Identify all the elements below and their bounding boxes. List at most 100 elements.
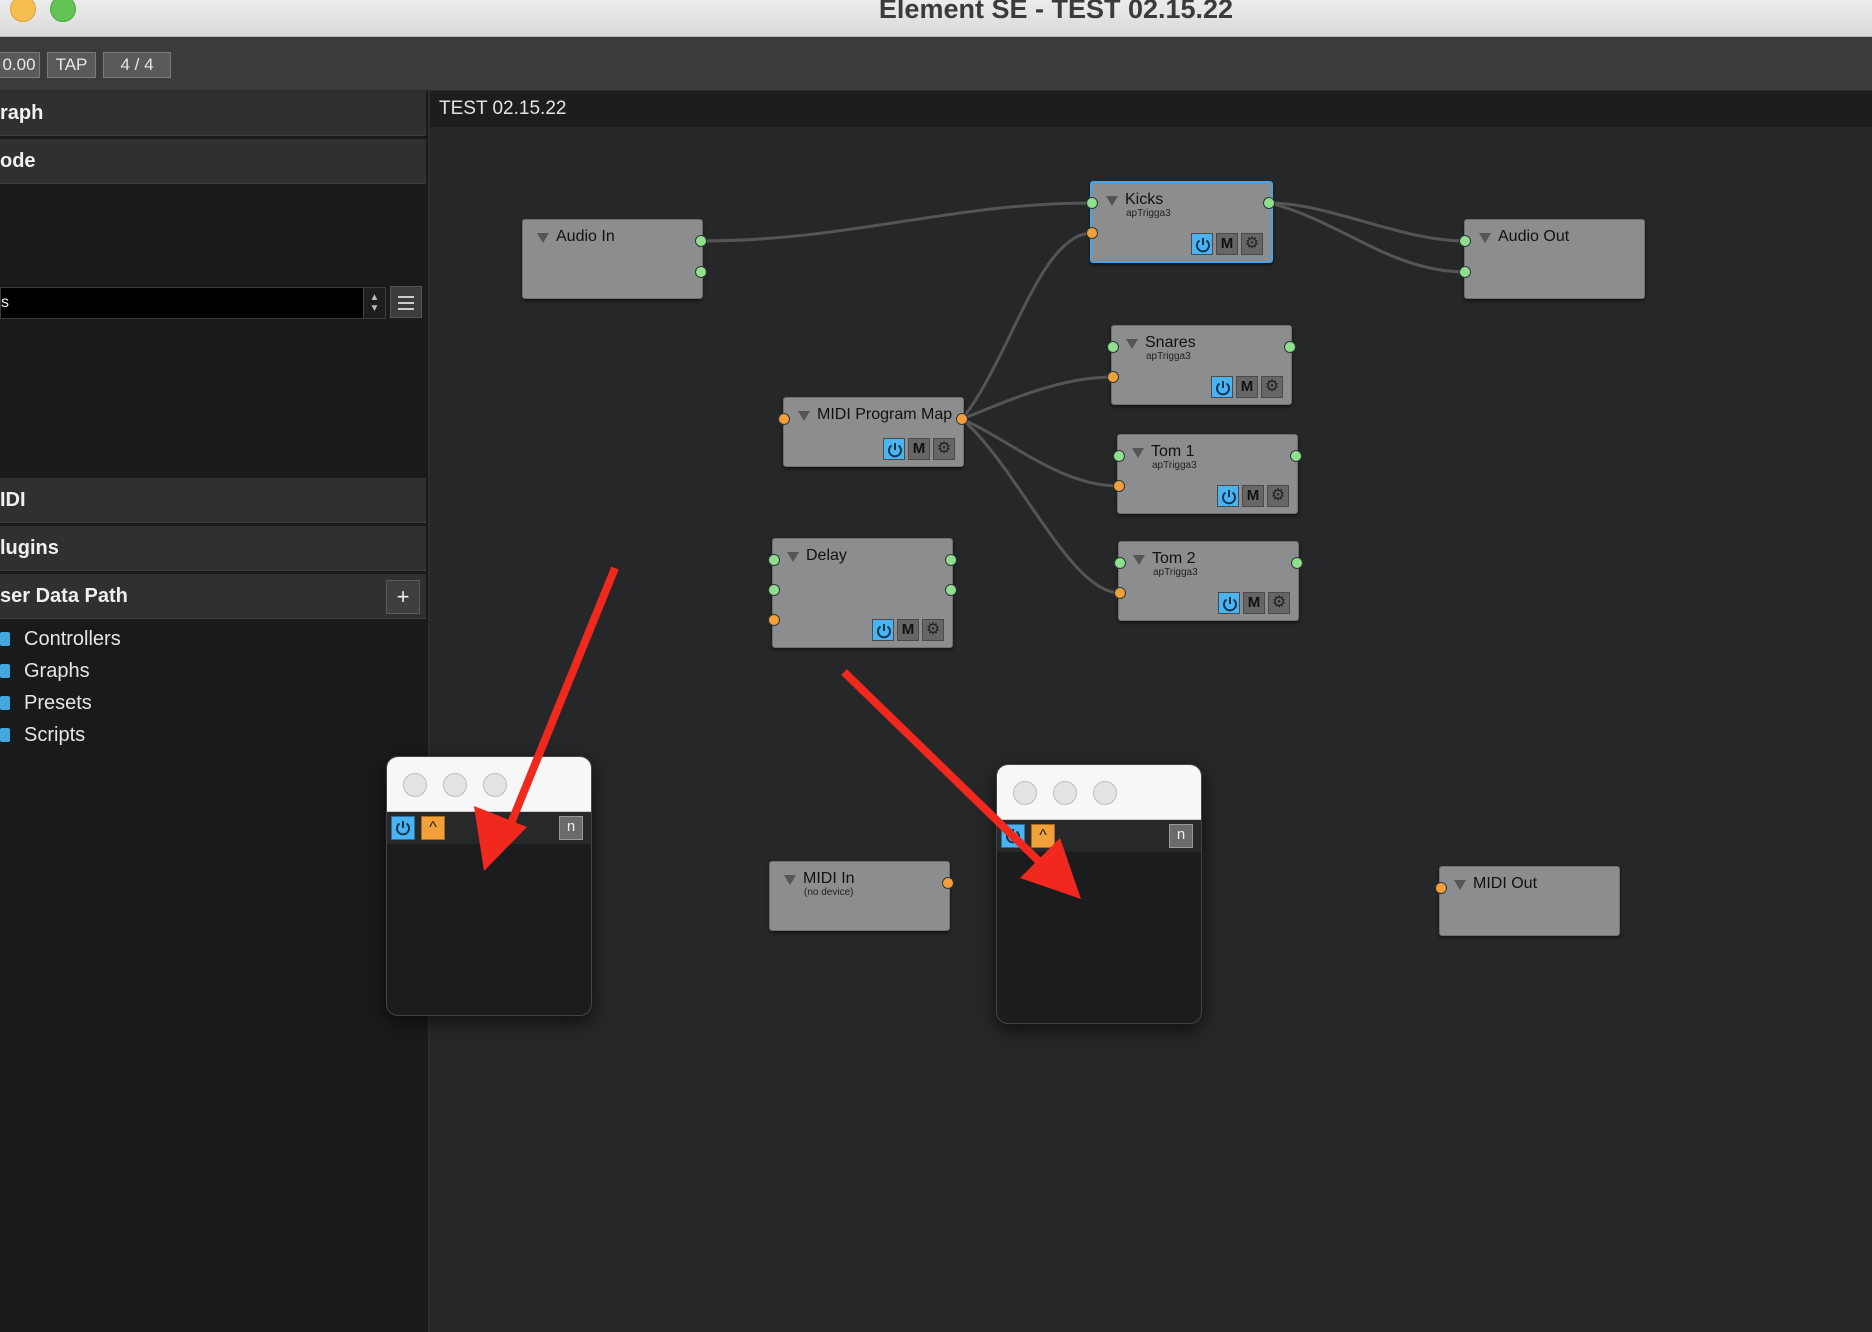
node-kicks[interactable]: Kicks apTrigga3 M ⚙ [1090,181,1273,263]
node-name: MIDI Program Map [817,406,953,423]
mute-button[interactable]: M [1242,485,1264,507]
node-midi-program-map[interactable]: MIDI Program Map M ⚙ [783,397,964,467]
mute-button[interactable]: M [897,619,919,641]
audio-port[interactable] [1114,557,1126,569]
gear-icon[interactable]: ⚙ [1261,376,1283,398]
node-name: Audio In [556,228,615,245]
close-button[interactable] [403,773,427,797]
plugin-window-titlebar [997,765,1201,820]
zoom-button[interactable] [483,773,507,797]
audio-port[interactable] [945,554,957,566]
keep-on-top-button[interactable]: ^ [1031,824,1055,848]
audio-port[interactable] [695,266,707,278]
audio-port[interactable] [768,584,780,596]
collapse-triangle-icon[interactable] [798,411,810,421]
audio-port[interactable] [1263,197,1275,209]
minimize-button[interactable] [1053,781,1077,805]
collapse-triangle-icon[interactable] [537,233,549,243]
audio-port[interactable] [1284,341,1296,353]
gear-icon[interactable]: ⚙ [922,619,944,641]
power-button[interactable] [391,816,415,840]
collapse-triangle-icon[interactable] [787,552,799,562]
plugin-window-toolbar: ^ n [387,812,591,844]
wire-map-kicks [960,231,1093,420]
node-name: Tom 2 [1152,550,1196,567]
gear-icon[interactable]: ⚙ [1241,233,1263,255]
audio-port[interactable] [1290,450,1302,462]
plugin-window-titlebar [387,757,591,812]
collapse-triangle-icon[interactable] [1133,555,1145,565]
midi-port[interactable] [1435,882,1447,894]
audio-port[interactable] [1086,197,1098,209]
node-audio-in[interactable]: Audio In [522,219,703,299]
mute-button[interactable]: M [1236,376,1258,398]
close-button[interactable] [1013,781,1037,805]
midi-port[interactable] [778,413,790,425]
power-button[interactable] [1191,233,1213,255]
midi-port[interactable] [1114,587,1126,599]
power-button[interactable] [883,438,905,460]
node-midi-in[interactable]: MIDI In (no device) [769,861,950,931]
node-tom-2[interactable]: Tom 2 apTrigga3 M ⚙ [1118,541,1299,621]
collapse-triangle-icon[interactable] [784,875,796,885]
audio-port[interactable] [1113,450,1125,462]
node-name: MIDI In [803,870,855,887]
audio-port[interactable] [768,554,780,566]
midi-port[interactable] [1107,371,1119,383]
power-icon [1196,238,1210,253]
collapse-triangle-icon[interactable] [1454,880,1466,890]
power-icon [1223,597,1237,612]
plugin-window-toolbar: ^ n [997,820,1201,852]
mute-button[interactable]: M [1216,233,1238,255]
node-name: Delay [806,547,847,564]
midi-port[interactable] [768,614,780,626]
wire-map-tom2 [961,417,1121,595]
node-tom-1[interactable]: Tom 1 apTrigga3 M ⚙ [1117,434,1298,514]
minimize-button[interactable] [443,773,467,797]
gear-icon[interactable]: ⚙ [1267,485,1289,507]
midi-port[interactable] [956,413,968,425]
collapse-triangle-icon[interactable] [1106,196,1118,206]
audio-port[interactable] [695,235,707,247]
node-delay[interactable]: Delay M ⚙ [772,538,953,648]
power-button[interactable] [872,619,894,641]
power-icon [1006,829,1020,844]
node-subtitle: apTrigga3 [1152,460,1197,471]
power-button[interactable] [1001,824,1025,848]
collapse-triangle-icon[interactable] [1132,448,1144,458]
plugin-window-1: ^ n [386,756,592,1016]
audio-port[interactable] [1291,557,1303,569]
node-subtitle: apTrigga3 [1146,351,1191,362]
midi-port[interactable] [1113,480,1125,492]
gear-icon[interactable]: ⚙ [933,438,955,460]
node-name: Tom 1 [1151,443,1195,460]
node-name: Kicks [1125,191,1164,208]
keep-on-top-button[interactable]: ^ [421,816,445,840]
wire-kicks-audio-out-1 [1268,201,1467,243]
power-icon [877,624,891,639]
audio-port[interactable] [1459,266,1471,278]
collapse-triangle-icon[interactable] [1126,339,1138,349]
native-editor-button[interactable]: n [1169,824,1193,848]
audio-port[interactable] [945,584,957,596]
wire-audio-in-kicks [700,201,1093,243]
wire-map-tom1 [961,417,1120,488]
audio-port[interactable] [1107,341,1119,353]
node-snares[interactable]: Snares apTrigga3 M ⚙ [1111,325,1292,405]
gear-icon[interactable]: ⚙ [1268,592,1290,614]
native-editor-button[interactable]: n [559,816,583,840]
node-midi-out[interactable]: MIDI Out [1439,866,1620,936]
power-button[interactable] [1218,592,1240,614]
collapse-triangle-icon[interactable] [1479,233,1491,243]
node-audio-out[interactable]: Audio Out [1464,219,1645,299]
audio-port[interactable] [1459,235,1471,247]
node-name: Audio Out [1498,228,1570,245]
power-button[interactable] [1211,376,1233,398]
mute-button[interactable]: M [1243,592,1265,614]
power-button[interactable] [1217,485,1239,507]
midi-port[interactable] [942,877,954,889]
power-icon [1222,490,1236,505]
midi-port[interactable] [1086,227,1098,239]
zoom-button[interactable] [1093,781,1117,805]
mute-button[interactable]: M [908,438,930,460]
